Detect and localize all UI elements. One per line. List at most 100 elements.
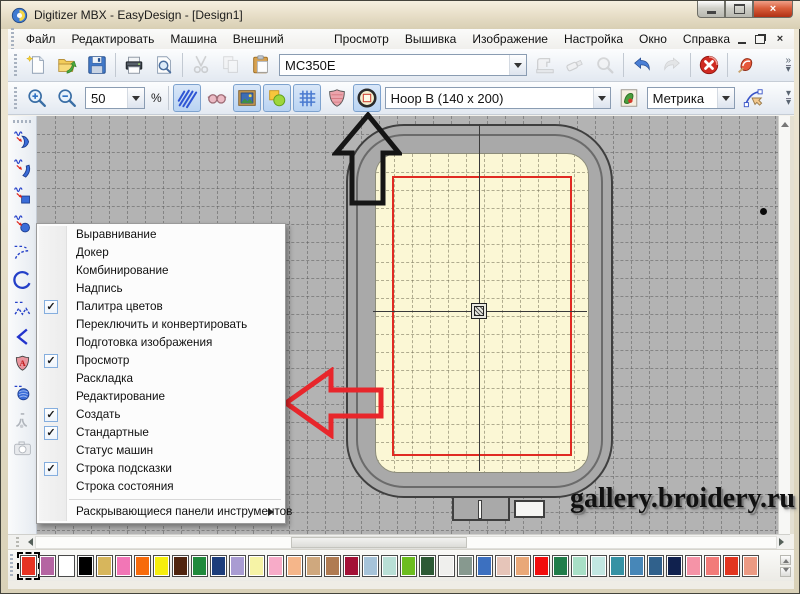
palette-swatch[interactable]: [438, 555, 455, 577]
palette-swatch[interactable]: [115, 555, 132, 577]
open-file-button[interactable]: [53, 51, 81, 79]
stop-button[interactable]: [695, 51, 723, 79]
digitize-rect-button[interactable]: [9, 183, 35, 210]
show-objects-button[interactable]: [263, 84, 291, 112]
new-file-button[interactable]: [23, 51, 51, 79]
print-preview-button[interactable]: [150, 51, 178, 79]
context-menu-item[interactable]: Выравнивание: [37, 226, 285, 244]
reshape-button[interactable]: [739, 84, 767, 112]
palette-grip[interactable]: [10, 554, 13, 578]
palette-swatch[interactable]: [267, 555, 284, 577]
menu-Файл[interactable]: Файл: [18, 29, 64, 49]
palette-swatch[interactable]: [400, 555, 417, 577]
mdi-restore-button[interactable]: [754, 33, 766, 45]
arc-tool-button[interactable]: [9, 267, 35, 294]
context-menu-item[interactable]: Докер: [37, 244, 285, 262]
mdi-minimize-button[interactable]: [738, 34, 746, 44]
palette-swatch[interactable]: [419, 555, 436, 577]
show-picture-button[interactable]: [233, 84, 261, 112]
palette-swatch[interactable]: [305, 555, 322, 577]
palette-swatch[interactable]: [685, 555, 702, 577]
palette-swatch[interactable]: [58, 555, 75, 577]
menu-Просмотр[interactable]: Просмотр: [326, 29, 397, 49]
hoop-select-combo[interactable]: Hoop B (140 x 200): [385, 87, 611, 109]
palette-swatch[interactable]: [571, 555, 588, 577]
palette-swatch[interactable]: [286, 555, 303, 577]
palette-swatch[interactable]: [191, 555, 208, 577]
menu-Изображение[interactable]: Изображение: [464, 29, 556, 49]
palette-swatch[interactable]: [96, 555, 113, 577]
palette-swatch[interactable]: [609, 555, 626, 577]
menu-Машина[interactable]: Машина: [162, 29, 224, 49]
context-menu-item[interactable]: ✓Просмотр: [37, 352, 285, 370]
angle-line-button[interactable]: [9, 323, 35, 350]
branching-button[interactable]: [9, 407, 35, 434]
horizontal-scrollbar[interactable]: [8, 534, 790, 549]
palette-swatch[interactable]: [552, 555, 569, 577]
context-menu-item[interactable]: Раскладка: [37, 370, 285, 388]
palette-swatch[interactable]: [362, 555, 379, 577]
palette-swatch[interactable]: [229, 555, 246, 577]
toolbar-grip[interactable]: [14, 54, 17, 76]
context-menu-item[interactable]: ✓Стандартные: [37, 424, 285, 442]
save-file-button[interactable]: [83, 51, 111, 79]
digitize-blob-button[interactable]: [9, 127, 35, 154]
zoom-level-dropdown-button[interactable]: [127, 88, 144, 108]
palette-swatch[interactable]: [153, 555, 170, 577]
zigzag-run-button[interactable]: [9, 295, 35, 322]
context-menu-item[interactable]: Комбинирование: [37, 262, 285, 280]
thread-colors-button[interactable]: [732, 51, 760, 79]
context-menu-item[interactable]: ✓Строка подсказки: [37, 460, 285, 478]
scroll-up-button[interactable]: [779, 116, 790, 129]
palette-swatch[interactable]: [590, 555, 607, 577]
menu-Редактировать[interactable]: Редактировать: [63, 29, 162, 49]
scroll-right-button[interactable]: [777, 536, 790, 549]
lettering-button[interactable]: A: [9, 351, 35, 378]
redo-button[interactable]: [658, 51, 686, 79]
maximize-button[interactable]: [725, 1, 753, 18]
zoom-in-button[interactable]: [23, 84, 51, 112]
menu-Окно[interactable]: Окно: [631, 29, 675, 49]
run-stitch-button[interactable]: [9, 239, 35, 266]
hscroll-grip[interactable]: [16, 537, 19, 548]
context-menu-item[interactable]: Переключить и конвертировать: [37, 316, 285, 334]
undo-button[interactable]: [628, 51, 656, 79]
context-menu-item[interactable]: Строка состояния: [37, 478, 285, 496]
context-menu-item[interactable]: ✓Палитра цветов: [37, 298, 285, 316]
palette-swatch[interactable]: [628, 555, 645, 577]
insert-photo-button[interactable]: [9, 435, 35, 462]
hoop-template-button[interactable]: [615, 84, 643, 112]
palette-swatch[interactable]: [476, 555, 493, 577]
toolbar-grip[interactable]: [14, 87, 17, 109]
write-to-usb-button[interactable]: [561, 51, 589, 79]
vertical-scrollbar[interactable]: [778, 116, 790, 534]
hscroll-thumb[interactable]: [291, 537, 467, 548]
context-menu-item[interactable]: Редактирование: [37, 388, 285, 406]
palette-swatch[interactable]: [495, 555, 512, 577]
scroll-left-button[interactable]: [22, 536, 35, 549]
units-select-dropdown-button[interactable]: [717, 88, 734, 108]
units-select-combo[interactable]: Метрика: [647, 87, 735, 109]
menu-Настройка[interactable]: Настройка: [556, 29, 631, 49]
palette-swatch[interactable]: [77, 555, 94, 577]
cut-button[interactable]: [187, 51, 215, 79]
mdi-close-button[interactable]: ×: [774, 33, 786, 45]
context-menu-item[interactable]: Надпись: [37, 280, 285, 298]
machine-select-dropdown-button[interactable]: [509, 55, 526, 75]
show-hoop-button[interactable]: [353, 84, 381, 112]
palette-scroll-up-button[interactable]: [780, 555, 791, 565]
palette-swatch[interactable]: [39, 555, 56, 577]
palette-scroll-down-button[interactable]: [780, 567, 791, 577]
palette-swatch[interactable]: [343, 555, 360, 577]
hoop-select-dropdown-button[interactable]: [593, 88, 610, 108]
stitch-ball-button[interactable]: [9, 379, 35, 406]
copy-button[interactable]: [217, 51, 245, 79]
palette-swatch[interactable]: [210, 555, 227, 577]
context-menu-item[interactable]: Подготовка изображения: [37, 334, 285, 352]
machine-select-combo[interactable]: MC350E: [279, 54, 527, 76]
minimize-button[interactable]: [697, 1, 725, 18]
stitch-view-button[interactable]: [173, 84, 201, 112]
palette-swatch[interactable]: [533, 555, 550, 577]
palette-swatch[interactable]: [20, 555, 37, 577]
context-menu-item[interactable]: ✓Создать: [37, 406, 285, 424]
